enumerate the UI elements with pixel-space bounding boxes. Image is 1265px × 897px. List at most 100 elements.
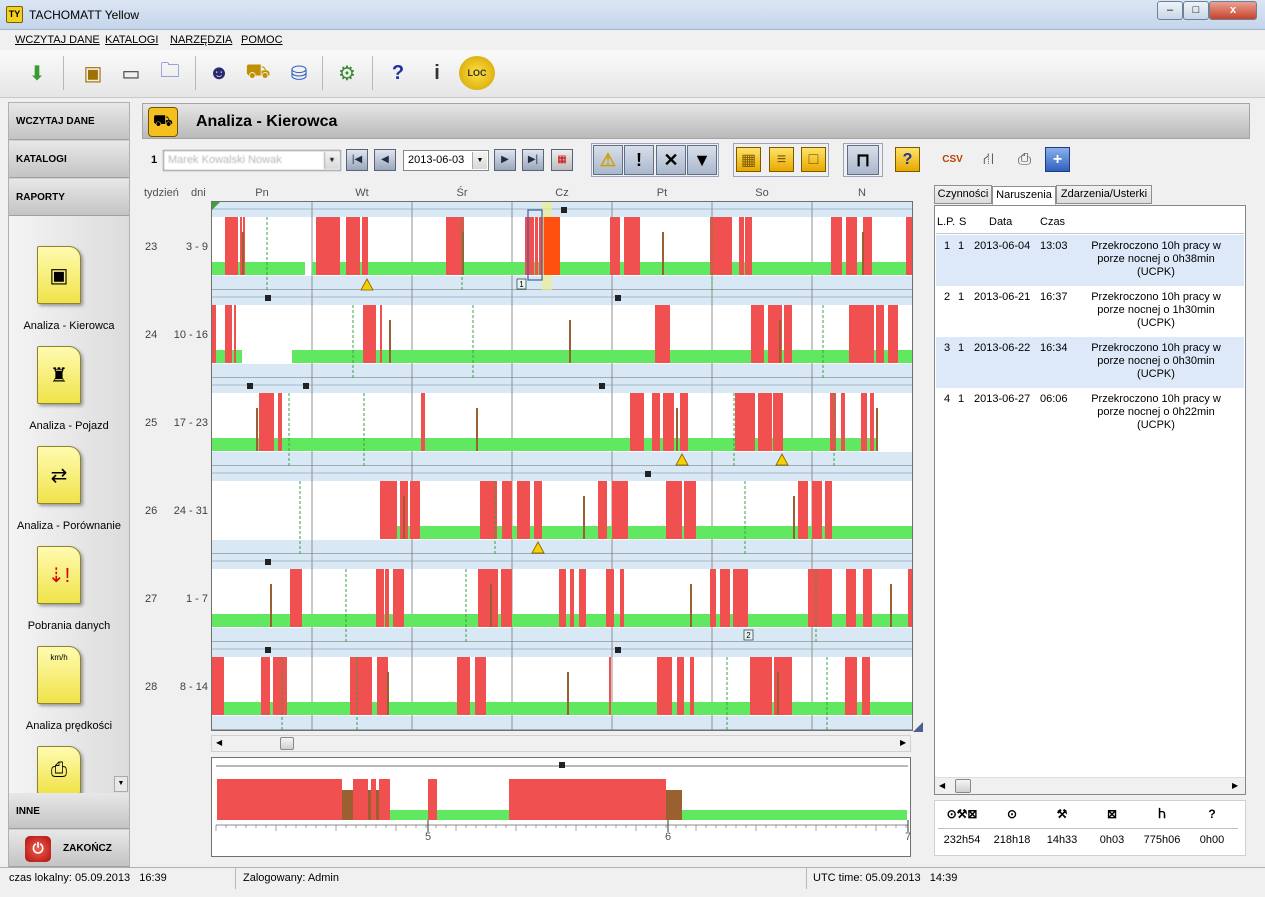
speed-analysis-icon[interactable]: km/h <box>37 646 81 704</box>
violation-date: 2013-06-27 <box>974 393 1031 405</box>
sidebar-item-wczytaj-dane[interactable]: WCZYTAJ DANE <box>9 103 129 140</box>
work-bar <box>862 232 864 275</box>
exclamation-filter-icon[interactable]: ! <box>624 145 654 175</box>
scroll-left-icon[interactable]: ◀ <box>939 781 945 790</box>
date-value: 2013-06-03 <box>408 154 465 166</box>
detail-tick-label: 5 <box>425 831 431 843</box>
grid-view-icon[interactable]: ▦ <box>736 147 761 172</box>
date-picker[interactable]: 2013-06-03 ▼ <box>403 150 489 171</box>
calendar-icon[interactable]: ▦ <box>551 149 573 171</box>
scroll-thumb[interactable] <box>280 737 294 750</box>
col-data[interactable]: Data <box>989 216 1012 228</box>
driving-bar <box>609 657 611 715</box>
prev-button[interactable]: ◀ <box>374 149 396 171</box>
single-view-icon[interactable]: □ <box>801 147 826 172</box>
loc-clock-icon[interactable]: LOC <box>459 56 495 90</box>
scroll-left-icon[interactable]: ◀ <box>216 738 222 747</box>
sidebar-item-katalogi[interactable]: KATALOGI <box>9 141 129 178</box>
close-button[interactable]: x <box>1209 1 1257 20</box>
col-czas[interactable]: Czas <box>1040 216 1065 228</box>
first-button[interactable]: |◀ <box>346 149 368 171</box>
detail-driving-bar <box>509 779 666 820</box>
printer-icon[interactable]: ⎙ <box>37 746 81 794</box>
help-icon[interactable]: ? <box>895 147 920 172</box>
card-reader-icon[interactable]: ▣ <box>76 56 110 90</box>
sidebar-item-inne[interactable]: INNE <box>9 793 129 829</box>
info-icon[interactable]: i <box>420 56 454 90</box>
tab-naruszenia[interactable]: Naruszenia <box>992 186 1056 205</box>
next-button[interactable]: ▶ <box>494 149 516 171</box>
scroll-down-icon[interactable]: ▼ <box>114 776 128 792</box>
add-icon[interactable]: + <box>1045 147 1070 172</box>
violation-row[interactable]: 1 1 2013-06-04 13:03 Przekroczono 10h pracy … <box>936 235 1244 286</box>
violation-row[interactable]: 3 1 2013-06-22 16:34 Przekroczono 10h pracy … <box>936 337 1244 388</box>
summary-icon: ? <box>1208 807 1216 821</box>
violation-description: Przekroczono 10h pracy w <box>1091 393 1221 405</box>
violation-description: (UCPK) <box>1137 317 1175 329</box>
printer-icon[interactable]: ⎙ <box>1012 147 1037 172</box>
violation-lp: 4 <box>944 393 951 405</box>
chart-scrollbar[interactable]: ◀ ▶ <box>211 735 911 752</box>
scroll-right-icon[interactable]: ▶ <box>1232 781 1238 790</box>
week-range: 1 - 7 <box>185 593 208 605</box>
summary-value: 14h33 <box>1046 834 1078 846</box>
menu-wczytaj-dane[interactable]: WCZYTAJ DANE <box>15 34 100 46</box>
driving-bar <box>385 569 389 627</box>
warning-filter-icon[interactable]: ⚠ <box>593 145 623 175</box>
driver-icon[interactable]: ☻ <box>202 56 236 90</box>
list-view-icon[interactable]: ≡ <box>769 147 794 172</box>
logged-user: Zalogowany: Admin <box>243 872 339 884</box>
driving-bar <box>831 217 842 275</box>
sidebar-item-raporty[interactable]: RAPORTY <box>9 179 129 216</box>
data-download-icon[interactable]: ⇣! <box>37 546 81 604</box>
menu-pomoc[interactable]: POMOC <box>241 34 283 46</box>
detail-driving-bar <box>217 779 342 820</box>
tab-czynnosci[interactable]: Czynności <box>934 185 992 204</box>
menu-narzedzia[interactable]: NARZĘDZIA <box>170 34 232 46</box>
menu-katalogi[interactable]: KATALOGI <box>105 34 158 46</box>
tab-zdarzenia[interactable]: Zdarzenia/Usterki <box>1056 185 1152 204</box>
download-icon[interactable]: ⬇ <box>20 56 54 90</box>
card-icon[interactable]: ▭ <box>114 56 148 90</box>
detail-work-bar <box>376 790 379 820</box>
road-icon[interactable]: ⛙ <box>976 147 1001 172</box>
driving-bar <box>720 569 730 627</box>
driving-bar <box>849 305 874 363</box>
folder-open-icon[interactable]: 🗀 <box>153 56 187 90</box>
triangle-down-filter-icon[interactable]: ▼ <box>687 145 717 175</box>
driving-bar <box>377 657 388 715</box>
vehicle-analysis-icon[interactable]: ♜ <box>37 346 81 404</box>
help-icon[interactable]: ? <box>381 56 415 90</box>
week-range: 24 - 31 <box>173 505 208 517</box>
driver-select[interactable]: Marek Kowalski Nowak ▼ <box>163 150 341 171</box>
driving-bar <box>845 657 857 715</box>
power-icon: ⏻ <box>25 836 51 862</box>
violation-row[interactable]: 4 1 2013-06-27 06:06 Przekroczono 10h pracy … <box>936 388 1244 439</box>
driving-bar <box>722 217 732 275</box>
driver-analysis-icon[interactable]: ▣ <box>37 246 81 304</box>
x-filter-icon[interactable]: ✕ <box>656 145 686 175</box>
settings-gears-icon[interactable]: ⚙ <box>330 56 364 90</box>
last-button[interactable]: ▶| <box>522 149 544 171</box>
maximize-button[interactable]: □ <box>1183 1 1209 20</box>
truck-icon[interactable]: ⛟ <box>241 56 275 90</box>
list-scrollbar[interactable]: ◀ ▶ <box>935 777 1245 794</box>
driving-bar <box>888 305 898 363</box>
week-bottom-bar <box>212 716 912 730</box>
col-s[interactable]: S <box>959 216 966 228</box>
comparison-icon[interactable]: ⇄ <box>37 446 81 504</box>
window-title-bar: TY TACHOMATT Yellow – □ x <box>0 0 1265 30</box>
csv-export-icon[interactable]: CSV <box>940 147 965 172</box>
violation-row[interactable]: 2 1 2013-06-21 16:37 Przekroczono 10h pracy … <box>936 286 1244 337</box>
rest-bracket-icon[interactable]: ⊓ <box>847 145 879 175</box>
minimize-button[interactable]: – <box>1157 1 1183 20</box>
activity-chart[interactable]: 12 <box>211 201 913 731</box>
scroll-right-icon[interactable]: ▶ <box>900 738 906 747</box>
col-lp[interactable]: L.P. <box>937 216 955 228</box>
driving-bar <box>350 657 372 715</box>
exit-button[interactable]: ⏻ ZAKOŃCZ <box>9 830 129 867</box>
database-icon[interactable]: ⛁ <box>282 56 316 90</box>
report-label: Analiza - Pojazd <box>29 420 109 432</box>
detail-chart[interactable]: 5 6 7 <box>211 757 911 857</box>
scroll-thumb[interactable] <box>955 779 971 793</box>
